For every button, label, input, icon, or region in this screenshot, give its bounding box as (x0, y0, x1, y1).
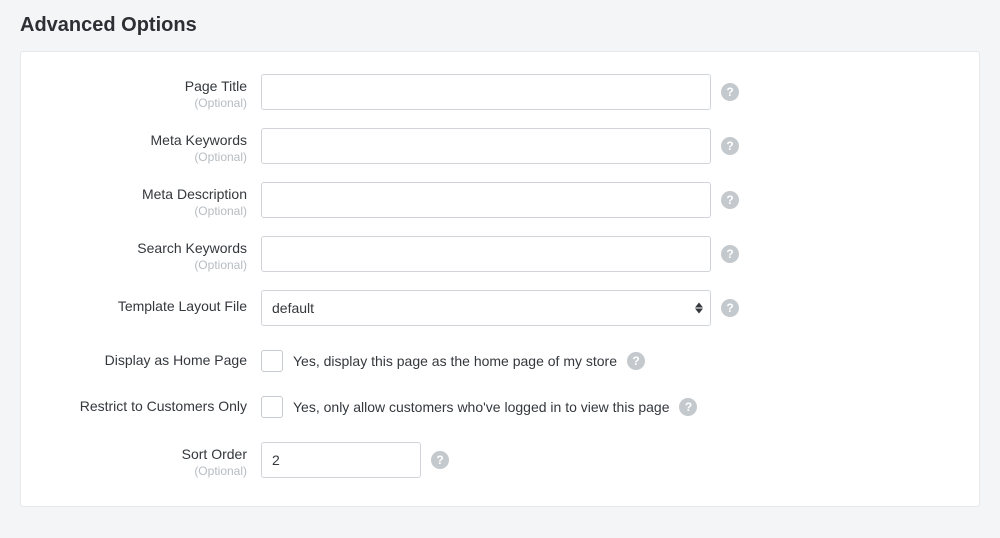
field-search-keywords: ? (261, 236, 739, 272)
help-icon[interactable]: ? (627, 352, 645, 370)
optional-text: (Optional) (51, 150, 247, 164)
help-icon[interactable]: ? (721, 245, 739, 263)
restrict-customers-text: Yes, only allow customers who've logged … (293, 399, 669, 415)
field-template-layout: default ? (261, 290, 739, 326)
field-meta-keywords: ? (261, 128, 739, 164)
label-text: Page Title (51, 78, 247, 94)
label-text: Display as Home Page (51, 352, 247, 368)
label-text: Template Layout File (51, 298, 247, 314)
label-text: Sort Order (51, 446, 247, 462)
row-restrict-customers: Restrict to Customers Only Yes, only all… (51, 396, 949, 418)
label-meta-description: Meta Description (Optional) (51, 182, 261, 218)
optional-text: (Optional) (51, 96, 247, 110)
label-template-layout: Template Layout File (51, 290, 261, 314)
template-layout-select[interactable]: default (261, 290, 711, 326)
search-keywords-input[interactable] (261, 236, 711, 272)
label-text: Meta Description (51, 186, 247, 202)
label-text: Meta Keywords (51, 132, 247, 148)
row-template-layout: Template Layout File default ? (51, 290, 949, 326)
template-layout-select-wrap: default (261, 290, 711, 326)
section-title: Advanced Options (20, 14, 980, 37)
field-sort-order: ? (261, 442, 449, 478)
label-display-home: Display as Home Page (51, 350, 261, 368)
display-home-checkbox[interactable] (261, 350, 283, 372)
label-sort-order: Sort Order (Optional) (51, 442, 261, 478)
help-icon[interactable]: ? (721, 191, 739, 209)
help-icon[interactable]: ? (679, 398, 697, 416)
label-search-keywords: Search Keywords (Optional) (51, 236, 261, 272)
label-meta-keywords: Meta Keywords (Optional) (51, 128, 261, 164)
field-restrict-customers: Yes, only allow customers who've logged … (261, 396, 697, 418)
row-search-keywords: Search Keywords (Optional) ? (51, 236, 949, 272)
display-home-text: Yes, display this page as the home page … (293, 353, 617, 369)
optional-text: (Optional) (51, 204, 247, 218)
label-page-title: Page Title (Optional) (51, 74, 261, 110)
help-icon[interactable]: ? (721, 137, 739, 155)
row-display-home: Display as Home Page Yes, display this p… (51, 350, 949, 372)
page-title-input[interactable] (261, 74, 711, 110)
row-page-title: Page Title (Optional) ? (51, 74, 949, 110)
row-meta-keywords: Meta Keywords (Optional) ? (51, 128, 949, 164)
label-text: Search Keywords (51, 240, 247, 256)
help-icon[interactable]: ? (721, 83, 739, 101)
field-meta-description: ? (261, 182, 739, 218)
advanced-options-panel: Page Title (Optional) ? Meta Keywords (O… (20, 51, 980, 507)
label-restrict-customers: Restrict to Customers Only (51, 396, 261, 414)
row-sort-order: Sort Order (Optional) ? (51, 442, 949, 478)
optional-text: (Optional) (51, 464, 247, 478)
meta-keywords-input[interactable] (261, 128, 711, 164)
field-display-home: Yes, display this page as the home page … (261, 350, 645, 372)
field-page-title: ? (261, 74, 739, 110)
label-text: Restrict to Customers Only (51, 398, 247, 414)
sort-order-input[interactable] (261, 442, 421, 478)
help-icon[interactable]: ? (431, 451, 449, 469)
meta-description-input[interactable] (261, 182, 711, 218)
advanced-options-section: Advanced Options Page Title (Optional) ?… (0, 0, 1000, 527)
optional-text: (Optional) (51, 258, 247, 272)
restrict-customers-checkbox[interactable] (261, 396, 283, 418)
help-icon[interactable]: ? (721, 299, 739, 317)
row-meta-description: Meta Description (Optional) ? (51, 182, 949, 218)
